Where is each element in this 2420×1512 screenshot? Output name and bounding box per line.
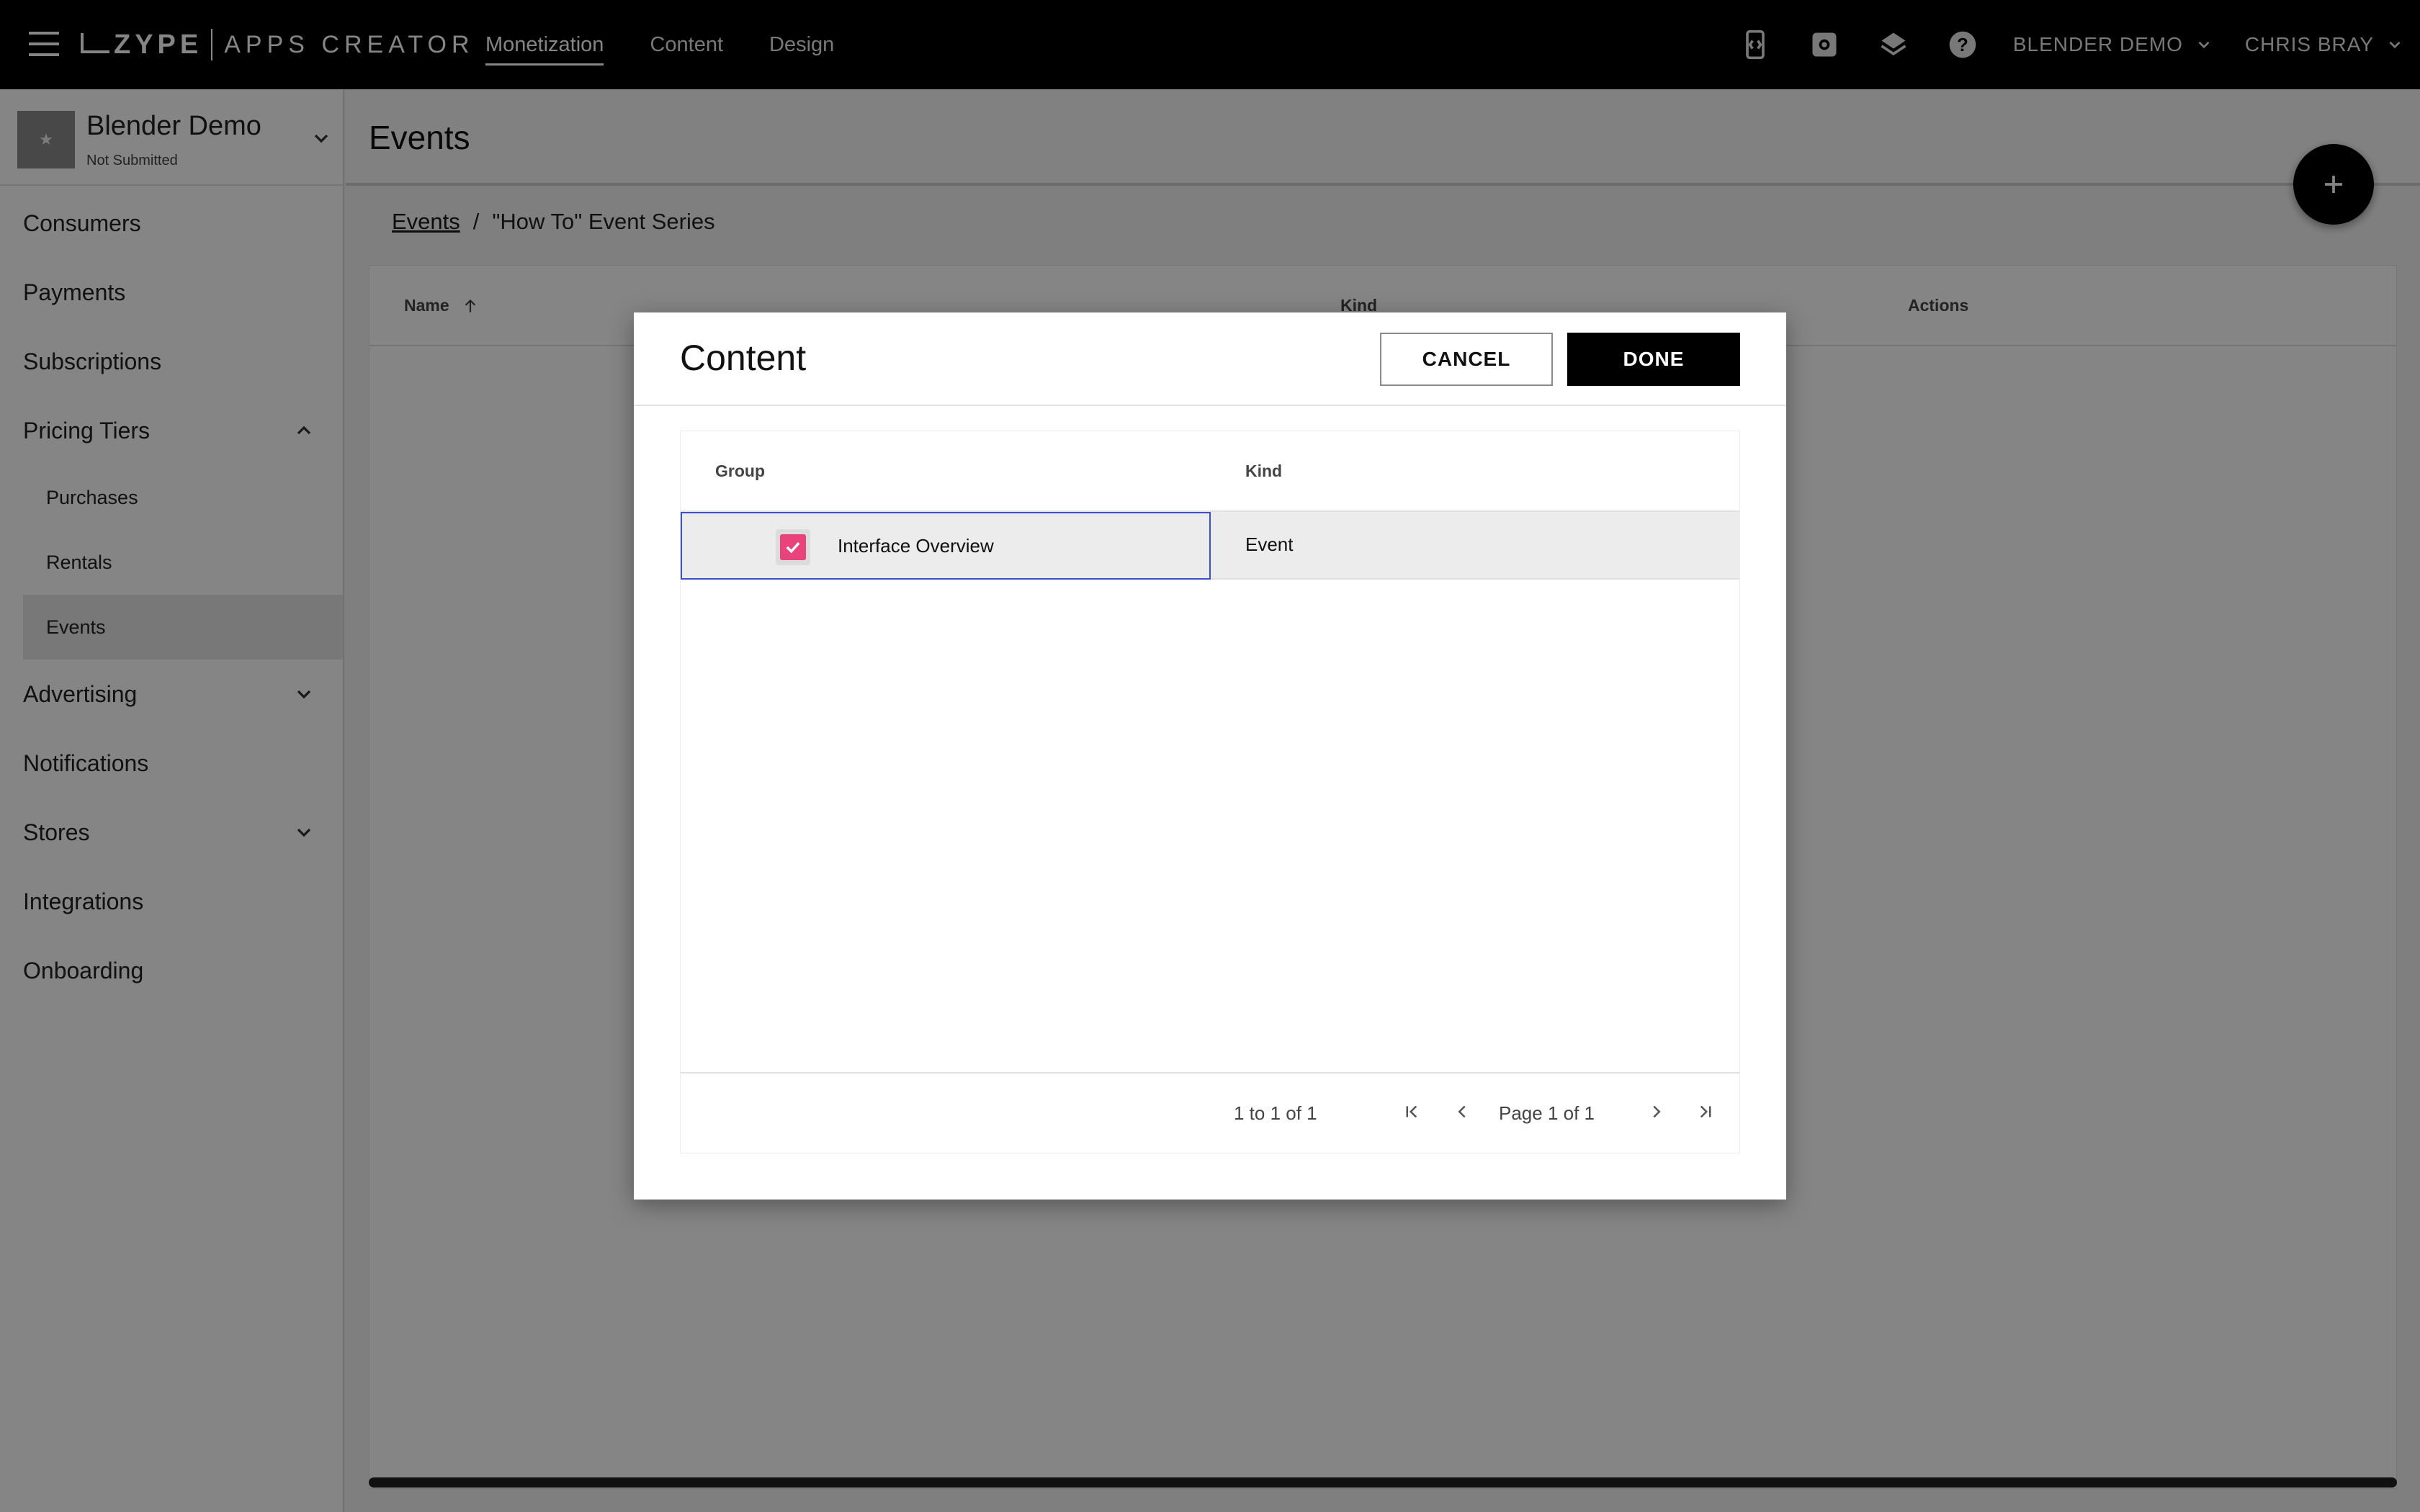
done-button[interactable]: DONE [1567, 333, 1740, 386]
pagination-bar: 1 to 1 of 1 Page 1 of 1 [681, 1072, 1739, 1153]
content-dialog: Content CANCEL DONE Group Kind Interface… [634, 312, 1786, 1200]
first-page-icon[interactable] [1401, 1101, 1422, 1122]
column-header-kind[interactable]: Kind [1245, 462, 1282, 481]
checkmark-icon [786, 541, 800, 554]
dialog-header: Content CANCEL DONE [634, 312, 1786, 406]
cancel-button[interactable]: CANCEL [1380, 333, 1553, 386]
row-kind: Event [1245, 534, 1294, 555]
content-grid: Group Kind Interface Overview Event 1 to… [680, 431, 1740, 1153]
table-row[interactable]: Interface Overview Event [681, 512, 1739, 580]
group-cell[interactable]: Interface Overview [681, 512, 1211, 580]
pagination-summary: 1 to 1 of 1 [1234, 1102, 1317, 1124]
grid-header: Group Kind [681, 431, 1739, 512]
next-page-icon[interactable] [1646, 1101, 1667, 1122]
last-page-icon[interactable] [1695, 1101, 1716, 1122]
row-name: Interface Overview [838, 535, 994, 557]
page-indicator: Page 1 of 1 [1499, 1102, 1595, 1124]
dialog-title: Content [680, 338, 807, 378]
column-header-group[interactable]: Group [715, 462, 765, 481]
row-checkbox[interactable] [776, 529, 810, 565]
previous-page-icon[interactable] [1451, 1101, 1473, 1122]
